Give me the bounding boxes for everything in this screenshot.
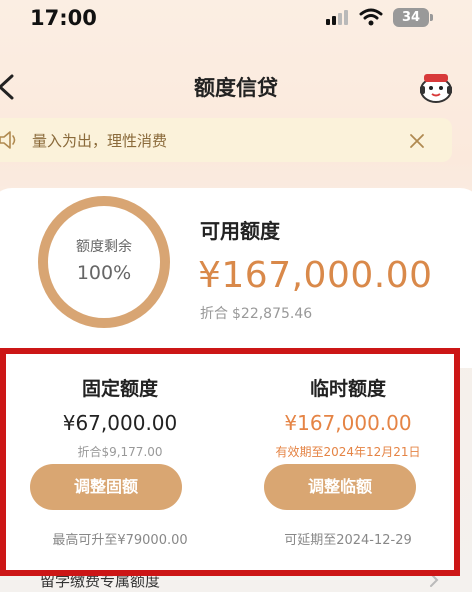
quota-panel: 固定额度 ¥67,000.00 折合$9,177.00 调整固额 最高可升至¥7… xyxy=(0,348,460,576)
adjust-temp-button[interactable]: 调整临额 xyxy=(264,464,416,510)
equiv-label: 折合 xyxy=(200,306,228,322)
temp-quota-amount: ¥167,000.00 xyxy=(284,411,412,435)
ring-label: 额度剩余 xyxy=(76,239,132,255)
chevron-right-icon xyxy=(430,576,439,587)
tip-text: 量入为出，理性消费 xyxy=(32,132,168,150)
study-quota-label: 留学缴费专属额度 xyxy=(40,576,161,590)
wifi-icon xyxy=(359,8,383,26)
fixed-quota-amount: ¥67,000.00 xyxy=(62,411,178,435)
status-time: 17:00 xyxy=(30,6,97,30)
close-icon[interactable] xyxy=(406,130,428,152)
available-title: 可用额度 xyxy=(200,219,280,243)
signal-icon xyxy=(326,9,348,25)
temp-quota-title: 临时额度 xyxy=(309,378,386,400)
available-amount: ¥167,000.00 xyxy=(198,255,433,296)
ring-value: 100% xyxy=(76,262,132,284)
status-bar: 17:00 34 xyxy=(0,0,472,40)
battery-icon: 34 xyxy=(393,8,433,27)
fixed-quota-note: 最高可升至¥79000.00 xyxy=(52,533,188,548)
equiv-value: $22,875.46 xyxy=(232,306,313,322)
speaker-icon xyxy=(0,131,16,149)
temp-quota-column: 临时额度 ¥167,000.00 有效期至2024年12月21日 调整临额 可延… xyxy=(238,354,458,570)
list-item-study-quota[interactable]: 留学缴费专属额度 xyxy=(0,576,472,592)
fixed-quota-title: 固定额度 xyxy=(81,378,158,400)
mascot-icon[interactable] xyxy=(416,66,456,106)
temp-quota-expiry: 有效期至2024年12月21日 xyxy=(275,445,421,459)
available-equiv: 折合 $22,875.46 xyxy=(200,303,312,323)
page-title: 额度信贷 xyxy=(194,76,278,100)
fixed-quota-column: 固定额度 ¥67,000.00 折合$9,177.00 调整固额 最高可升至¥7… xyxy=(10,354,230,570)
remaining-ring: 额度剩余 100% xyxy=(38,196,170,328)
adjust-fixed-button[interactable]: 调整固额 xyxy=(30,464,182,510)
temp-quota-note: 可延期至2024-12-29 xyxy=(284,533,412,548)
fixed-quota-equiv: 折合$9,177.00 xyxy=(77,445,163,459)
tip-banner: 量入为出，理性消费 xyxy=(0,118,452,162)
nav-bar: 额度信贷 xyxy=(0,58,472,118)
